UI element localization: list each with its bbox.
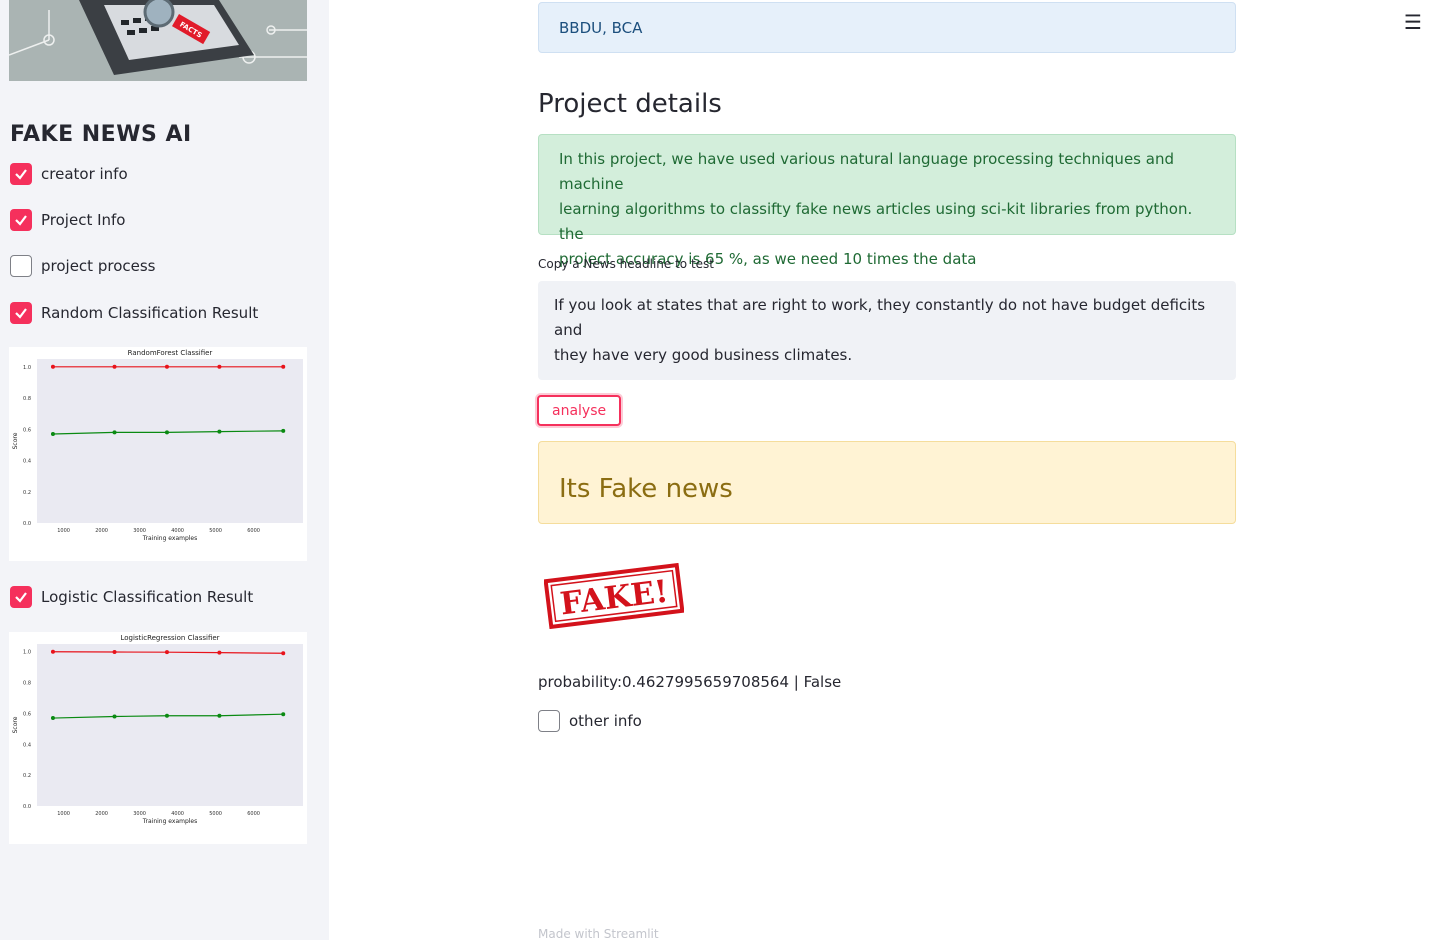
randomforest-plot: RandomForest Classifier 0.0 0.2 0.4 0.6 0.8 1.…: [9, 347, 307, 561]
checkbox-checked-icon[interactable]: [10, 209, 32, 231]
checkbox-label: Logistic Classification Result: [41, 588, 254, 606]
series-point: [164, 430, 169, 435]
x-tick-label: 6000: [247, 528, 260, 534]
plot-area: [37, 359, 303, 523]
checkbox-random-classification[interactable]: Random Classification Result: [10, 301, 258, 325]
series-point: [112, 714, 117, 719]
checkbox-checked-icon[interactable]: [10, 163, 32, 185]
result-text: Its Fake news: [559, 474, 733, 504]
x-axis-label: Training examples: [142, 535, 198, 542]
y-tick-label: 0.0: [23, 521, 31, 527]
sidebar: FACTS FAKE NEWS AI creator info Project …: [0, 0, 329, 940]
laptop-facts-illustration: FACTS: [9, 0, 307, 81]
checkbox-project-process[interactable]: project process: [10, 254, 155, 278]
headline-input-label: Copy a News headline to test: [538, 257, 714, 271]
x-tick-label: 1000: [57, 528, 70, 534]
series-point: [217, 650, 222, 655]
fake-stamp-icon: FAKE!: [543, 562, 685, 630]
series-point: [281, 428, 286, 433]
x-tick-label: 5000: [209, 811, 222, 817]
y-tick-label: 0.4: [23, 459, 31, 465]
success-line: In this project, we have used various na…: [559, 150, 1174, 193]
y-tick-label: 1.0: [23, 650, 31, 656]
checkbox-creator-info[interactable]: creator info: [10, 162, 128, 186]
y-tick-label: 1.0: [23, 365, 31, 371]
app-title: FAKE NEWS AI: [10, 122, 192, 147]
textarea-line: they have very good business climates.: [554, 346, 853, 364]
series-point: [281, 712, 286, 717]
footer-text[interactable]: Made with Streamlit: [538, 927, 659, 941]
series-point: [217, 713, 222, 718]
result-alert: Its Fake news: [538, 441, 1236, 524]
chart-title: LogisticRegression Classifier: [120, 634, 219, 642]
randomforest-chart: RandomForest Classifier 0.0 0.2 0.4 0.6 0.8 1.…: [12, 349, 303, 542]
checkbox-checked-icon[interactable]: [10, 586, 32, 608]
series-point: [217, 364, 222, 369]
series-point: [112, 650, 117, 655]
series-point: [217, 429, 222, 434]
logisticregression-chart: LogisticRegression Classifier 0.0 0.2 0.4 0.…: [12, 634, 303, 825]
y-axis-label: Score: [12, 432, 19, 449]
y-axis-label: Score: [12, 716, 19, 733]
info-alert: BBDU, BCA: [538, 2, 1236, 53]
checkbox-unchecked-icon[interactable]: [538, 710, 560, 732]
y-tick-label: 0.8: [23, 396, 31, 402]
checkbox-label: other info: [569, 712, 642, 730]
x-tick-label: 3000: [133, 811, 146, 817]
checkbox-project-info[interactable]: Project Info: [10, 208, 125, 232]
y-tick-label: 0.6: [23, 711, 31, 717]
series-point: [281, 364, 286, 369]
x-tick-label: 6000: [247, 811, 260, 817]
y-tick-label: 0.6: [23, 427, 31, 433]
plot-area: [37, 644, 303, 806]
series-point: [50, 364, 55, 369]
textarea-line: If you look at states that are right to …: [554, 296, 1206, 339]
success-alert: In this project, we have used various na…: [538, 134, 1236, 268]
checkbox-label: Random Classification Result: [41, 304, 259, 322]
checkbox-unchecked-icon[interactable]: [10, 255, 32, 277]
checkbox-checked-icon[interactable]: [10, 302, 32, 324]
headline-textarea[interactable]: If you look at states that are right to …: [538, 281, 1236, 380]
series-point: [164, 650, 169, 655]
hero-image: FACTS: [9, 0, 307, 81]
x-tick-label: 5000: [209, 528, 222, 534]
logisticregression-plot: LogisticRegression Classifier 0.0 0.2 0.4 0.…: [9, 632, 307, 844]
info-text: BBDU, BCA: [559, 19, 643, 37]
checkbox-logistic-classification[interactable]: Logistic Classification Result: [10, 585, 253, 609]
x-tick-label: 1000: [57, 811, 70, 817]
checkbox-label: Project Info: [41, 211, 126, 229]
x-axis-label: Training examples: [142, 818, 198, 825]
x-tick-label: 3000: [133, 528, 146, 534]
x-tick-label: 2000: [95, 528, 108, 534]
success-line: learning algorithms to classifty fake ne…: [559, 200, 1193, 243]
hamburger-menu-icon[interactable]: ☰: [1404, 10, 1422, 34]
chart-title: RandomForest Classifier: [128, 349, 213, 357]
checkbox-label: creator info: [41, 165, 128, 183]
series-point: [50, 649, 55, 654]
x-tick-label: 2000: [95, 811, 108, 817]
series-point: [50, 431, 55, 436]
series-point: [50, 716, 55, 721]
checkbox-label: project process: [41, 257, 156, 275]
y-tick-label: 0.4: [23, 742, 31, 748]
series-point: [112, 430, 117, 435]
x-tick-label: 4000: [171, 528, 184, 534]
probability-text: probability:0.4627995659708564 | False: [538, 673, 842, 691]
series-point: [112, 364, 117, 369]
section-heading: Project details: [538, 89, 722, 119]
fake-stamp-image: FAKE!: [543, 562, 685, 633]
series-point: [164, 364, 169, 369]
checkbox-other-info[interactable]: other info: [538, 710, 642, 732]
y-tick-label: 0.2: [23, 490, 31, 496]
series-point: [164, 713, 169, 718]
y-tick-label: 0.2: [23, 773, 31, 779]
y-tick-label: 0.8: [23, 681, 31, 687]
y-tick-label: 0.0: [23, 804, 31, 810]
x-tick-label: 4000: [171, 811, 184, 817]
analyse-button[interactable]: analyse: [537, 395, 622, 426]
series-point: [281, 651, 286, 656]
